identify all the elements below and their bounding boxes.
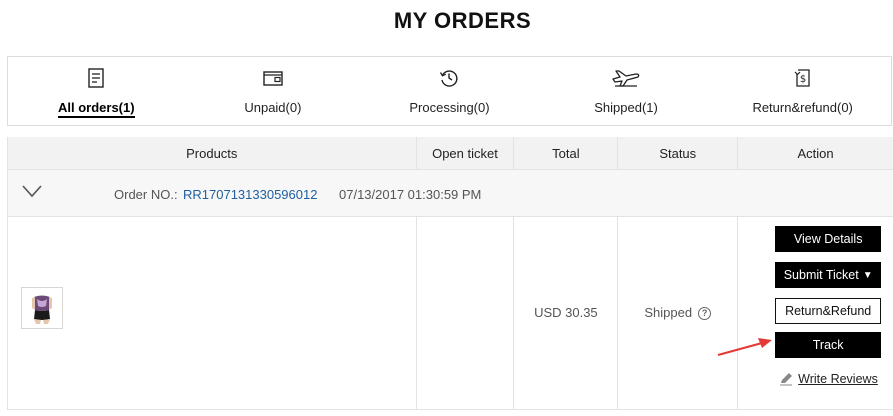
annotation-arrow-icon (717, 338, 772, 357)
order-summary-row: Order NO.: RR1707131330596012 07/13/2017… (8, 170, 893, 217)
submit-ticket-button[interactable]: Submit Ticket ▼ (775, 262, 882, 288)
refund-dollar-icon: $ (794, 69, 810, 87)
tab-label: Return&refund(0) (752, 100, 853, 115)
order-number-label: Order NO.: (114, 187, 178, 202)
table-header: Products Open ticket Total Status Action (8, 137, 893, 170)
column-header-status: Status (618, 137, 739, 169)
track-button[interactable]: Track (775, 332, 882, 358)
column-header-action: Action (797, 145, 834, 161)
total-cell: USD 30.35 (514, 217, 619, 409)
document-list-icon (88, 68, 104, 88)
write-reviews-link[interactable]: Write Reviews (779, 372, 878, 386)
order-date: 07/13/2017 01:30:59 PM (339, 187, 482, 202)
pencil-icon (780, 373, 793, 386)
svg-text:$: $ (799, 74, 805, 85)
write-reviews-label: Write Reviews (798, 372, 878, 386)
history-clock-icon (440, 70, 459, 87)
help-icon[interactable]: ? (698, 307, 712, 320)
tab-shipped[interactable]: Shipped(1) (538, 57, 715, 125)
status-cell: Shipped? (618, 217, 739, 409)
page-title: MY ORDERS (393, 8, 532, 33)
action-cell: View Details Submit Ticket ▼ Return&Refun… (738, 217, 893, 409)
tab-return-refund[interactable]: $ Return&refund(0) (714, 57, 891, 125)
column-header-total: Total (514, 137, 619, 169)
tab-label: Processing(0) (409, 100, 490, 115)
order-number-link[interactable]: RR1707131330596012 (183, 187, 317, 202)
chevron-down-icon[interactable] (22, 184, 42, 198)
view-details-button[interactable]: View Details (775, 226, 882, 252)
products-cell (8, 217, 417, 409)
return-refund-button[interactable]: Return&Refund (775, 298, 882, 324)
column-header-products: Products (8, 137, 417, 169)
tab-all-orders[interactable]: All orders(1) (8, 57, 185, 125)
tab-processing[interactable]: Processing(0) (361, 57, 538, 125)
open-ticket-cell (417, 217, 515, 409)
orders-table: Products Open ticket Total Status Action… (7, 137, 893, 410)
airplane-icon (612, 70, 640, 87)
tab-unpaid[interactable]: Unpaid(0) (185, 57, 362, 125)
submit-ticket-label: Submit Ticket (783, 268, 859, 282)
swimsuit-image (32, 295, 52, 324)
order-total: USD 30.35 (534, 305, 598, 320)
tab-label: Unpaid(0) (244, 100, 302, 115)
table-row: USD 30.35 Shipped? View Details Submit T… (8, 217, 893, 410)
caret-down-icon: ▼ (862, 269, 873, 281)
wallet-icon (263, 71, 283, 86)
column-header-open-ticket: Open ticket (417, 137, 515, 169)
tab-label: All orders(1) (58, 100, 135, 118)
status-text: Shipped (644, 305, 693, 320)
product-thumbnail[interactable] (21, 287, 63, 329)
order-status-tabs: All orders(1) Unpaid(0) Processing(0) Sh… (7, 56, 892, 126)
tab-label: Shipped(1) (594, 100, 658, 115)
